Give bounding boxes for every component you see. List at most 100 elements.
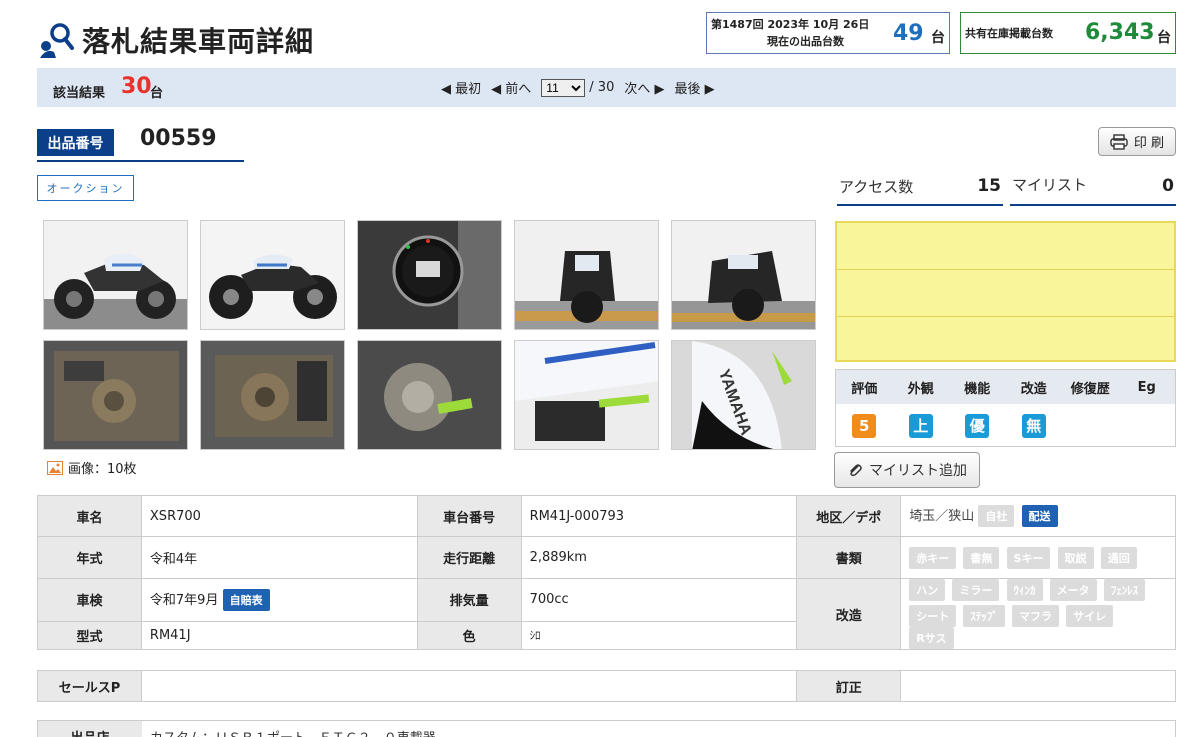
store-note: カスタム：ＵＳＢ１ポート、ＥＴＣ２．０車載器	[150, 727, 436, 737]
color-value: ｼﾛ	[520, 620, 798, 651]
notes-panel	[835, 221, 1176, 362]
thumb-side-panel[interactable]	[514, 340, 659, 450]
lot-underline	[37, 160, 244, 162]
print-button[interactable]: 印 刷	[1098, 127, 1176, 156]
frame-no-value: RM41J-000793	[520, 495, 798, 537]
insurance-tag: 自賠表	[222, 588, 270, 611]
displacement-header: 排気量	[416, 578, 522, 622]
mod-tag: ｽﾃｯﾌﾟ	[963, 605, 1005, 627]
session-date: 第1487回 2023年 10月 26日	[711, 18, 870, 31]
grade-exterior-badge: 上	[908, 413, 933, 438]
grade-header-modified: 改造	[1020, 381, 1047, 397]
thumb-speedometer[interactable]	[357, 220, 502, 330]
stock-count-box: 共有在庫掲載台数 6,343 台	[960, 12, 1176, 54]
mod-tag: ミラー	[952, 579, 1000, 601]
area-cell: 埼玉／狭山 自社 配送	[900, 495, 1176, 537]
model-header: 型式	[37, 620, 142, 651]
sales-table: セールスP 訂正	[37, 670, 1176, 702]
notes-row	[837, 223, 1174, 270]
auction-tag: オークション	[37, 175, 134, 201]
displacement-value: 700cc	[520, 578, 798, 622]
pager: ◀ 最初 ◀ 前へ 11 / 30 次へ ▶ 最後 ▶	[441, 78, 725, 97]
stock-count-value: 6,343	[1085, 20, 1155, 45]
grade-values: 5 上 優 無	[836, 404, 1175, 447]
docs-tag: 書無	[963, 546, 1000, 569]
thumb-side-right[interactable]	[43, 220, 188, 330]
image-count-label: 画像：10枚	[68, 462, 137, 477]
stock-count-label: 共有在庫掲載台数	[965, 27, 1053, 40]
grade-modified-badge: 無	[1021, 413, 1046, 438]
pager-first-link[interactable]: ◀ 最初	[441, 78, 481, 97]
correction-value	[900, 670, 1176, 702]
mileage-header: 走行距離	[416, 536, 522, 579]
thumb-front[interactable]	[514, 220, 659, 330]
page-title: 落札結果車両詳細	[82, 25, 315, 58]
area-value: 埼玉／狭山	[909, 509, 975, 524]
notes-row	[837, 270, 1174, 317]
thumb-rear[interactable]	[671, 220, 816, 330]
pager-total: / 30	[589, 80, 615, 95]
pager-prev-link[interactable]: ◀ 前へ	[491, 78, 531, 97]
mod-tag: ハン	[909, 579, 946, 601]
area-tag-own: 自社	[978, 505, 1015, 527]
image-count[interactable]: 画像：10枚	[47, 458, 137, 477]
car-name-value: XSR700	[140, 495, 418, 537]
notes-row	[837, 317, 1174, 364]
pager-last-link[interactable]: 最後 ▶	[674, 78, 714, 97]
inspection-value: 令和7年9月	[149, 592, 219, 608]
grade-header-exterior: 外観	[907, 381, 934, 397]
mod-tag: マフラ	[1012, 605, 1060, 627]
mod-tag: サイレ	[1066, 605, 1114, 627]
printer-icon	[1110, 133, 1128, 150]
thumb-engine-left[interactable]	[43, 340, 188, 450]
stock-count-unit: 台	[1157, 30, 1171, 46]
store-row: 出品店 カスタム：ＵＳＢ１ポート、ＥＴＣ２．０車載器	[37, 720, 1176, 737]
car-name-header: 車名	[37, 495, 142, 537]
area-tag-delivery: 配送	[1021, 505, 1058, 527]
sales-point-header: セールスP	[37, 670, 142, 702]
store-header: 出品店	[38, 721, 142, 737]
mod-header: 改造	[796, 578, 902, 650]
docs-tag: 通回	[1100, 546, 1137, 569]
spec-table: 車名 XSR700 車台番号 RM41J-000793 地区／デポ 埼玉／狭山 …	[37, 495, 1176, 651]
pager-next-link[interactable]: 次へ ▶	[624, 78, 664, 97]
thumb-engine-cover[interactable]	[357, 340, 502, 450]
inspection-cell: 令和7年9月 自賠表	[140, 578, 418, 622]
paperclip-icon	[850, 464, 862, 477]
mylist-value: 0	[1162, 176, 1174, 196]
docs-tag: 取説	[1057, 546, 1094, 569]
docs-tag: Sキー	[1006, 546, 1051, 569]
page-select[interactable]: 11	[541, 78, 586, 97]
grade-header-eg: Eg	[1137, 379, 1156, 395]
color-header: 色	[416, 620, 522, 651]
access-value: 15	[977, 176, 1001, 196]
add-mylist-button[interactable]: マイリスト追加	[834, 452, 980, 488]
docs-header: 書類	[796, 536, 902, 579]
mod-tag: ﾌｪﾝﾚｽ	[1103, 579, 1146, 601]
page-header: 落札結果車両詳細 第1487回 2023年 10月 26日 現在の出品台数 49…	[0, 0, 1200, 68]
mod-tag: シート	[909, 605, 957, 627]
thumb-tank-logo[interactable]: YAMAHA	[671, 340, 816, 450]
grade-rating-badge: 5	[852, 413, 877, 438]
access-count: アクセス数 15	[837, 172, 1003, 206]
correction-header: 訂正	[796, 670, 902, 702]
current-count-value: 49	[893, 21, 924, 46]
grade-panel: 評価 外観 機能 改造 修復歴 Eg 5 上 優 無	[835, 369, 1176, 447]
thumb-side-left[interactable]	[200, 220, 345, 330]
title-wrap: 落札結果車両詳細	[36, 20, 314, 60]
mylist-count: マイリスト 0	[1010, 172, 1176, 206]
thumb-engine-detail[interactable]	[200, 340, 345, 450]
spec-row: 年式 令和4年 走行距離 2,889km 書類 赤キー 書無 Sキー 取説 通回	[37, 536, 1176, 579]
current-count-label: 現在の出品台数	[767, 35, 844, 48]
grade-header: 評価 外観 機能 改造 修復歴 Eg	[836, 370, 1175, 404]
inspection-header: 車検	[37, 578, 142, 622]
grade-header-function: 機能	[964, 381, 991, 397]
area-header: 地区／デポ	[796, 495, 902, 537]
mylist-label: マイリスト	[1012, 176, 1088, 194]
session-count-box: 第1487回 2023年 10月 26日 現在の出品台数 49 台	[706, 12, 950, 54]
lot-label: 出品番号	[37, 129, 114, 156]
mileage-value: 2,889km	[520, 536, 798, 579]
mod-cell: ハン ミラー ｳｨﾝｶ メータ ﾌｪﾝﾚｽ シート ｽﾃｯﾌﾟ マフラ サイレ …	[900, 578, 1176, 650]
add-mylist-label: マイリスト追加	[869, 463, 967, 479]
spec-row: 車検 令和7年9月 自賠表 排気量 700cc 改造 ハン ミラー ｳｨﾝｶ メ…	[37, 578, 1176, 650]
